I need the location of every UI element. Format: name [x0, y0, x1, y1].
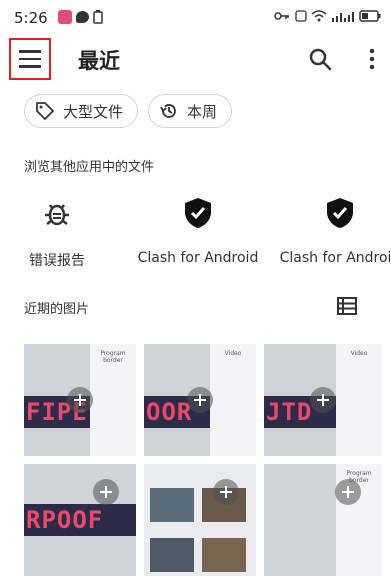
app-label: Clash for Android [279, 250, 391, 266]
filter-chips: 大型文件 本周 [24, 94, 233, 128]
settings-panel: Video [336, 344, 382, 456]
app-label: Clash for Android [137, 250, 259, 266]
image-thumbnail[interactable]: RPOOF [24, 464, 136, 576]
status-time: 5:26 [14, 9, 48, 27]
app-notification-icon [58, 10, 72, 24]
menu-icon-line [19, 65, 41, 68]
settings-panel: Video [210, 344, 256, 456]
app-label: 错误报告 [29, 253, 85, 269]
page-title: 最近 [78, 49, 120, 73]
expand-icon[interactable] [187, 387, 213, 413]
chip-label: 本周 [187, 102, 218, 121]
chat-notification-icon [76, 11, 89, 23]
menu-button[interactable] [9, 38, 51, 80]
status-bar: 5:26 [0, 0, 391, 34]
app-clash-2[interactable]: Clash for Android [275, 196, 391, 266]
menu-icon-line [19, 50, 41, 53]
menu-icon-line [19, 57, 41, 61]
search-icon[interactable] [306, 45, 334, 73]
led-text: OOR [146, 398, 193, 426]
photo-tile [150, 538, 194, 572]
history-icon [160, 104, 176, 118]
list-view-icon[interactable] [336, 295, 358, 317]
photo-tile [150, 488, 194, 522]
led-text: JTD [266, 398, 313, 426]
recent-images-heading: 近期的图片 [24, 302, 90, 317]
chip-this-week[interactable]: 本周 [148, 94, 233, 128]
app-clash-1[interactable]: Clash for Android [133, 196, 263, 266]
shield-check-icon [185, 198, 211, 228]
photo-tile [202, 538, 246, 572]
settings-panel: Program border [90, 344, 136, 456]
panel-title: Program border [100, 350, 126, 364]
signal-icon [332, 12, 355, 22]
image-thumbnail[interactable]: FIPE Program border [24, 344, 136, 456]
panel-title: Video [350, 350, 368, 357]
wifi-icon [311, 10, 327, 22]
key-icon [273, 12, 289, 20]
led-text: RPOOF [26, 506, 104, 534]
expand-icon[interactable] [213, 479, 239, 505]
tag-icon [36, 102, 54, 120]
nfc-icon [294, 10, 307, 22]
browse-apps-heading: 浏览其他应用中的文件 [24, 160, 155, 175]
app-bug-report[interactable]: 错误报告 [0, 196, 122, 270]
system-status-icons [273, 10, 381, 25]
shield-check-icon [327, 198, 353, 228]
bug-icon [45, 204, 69, 226]
image-thumbnail[interactable]: Program border [264, 464, 382, 576]
battery-icon [359, 10, 381, 22]
battery-saver-icon [93, 10, 103, 24]
image-thumbnail[interactable] [144, 464, 256, 576]
image-thumbnail[interactable]: JTD Video [264, 344, 382, 456]
expand-icon[interactable] [67, 387, 93, 413]
panel-title: Video [224, 350, 242, 357]
notification-icons [58, 10, 103, 24]
chip-label: 大型文件 [63, 102, 124, 121]
apps-row: 错误报告 Clash for Android Clash for Android [0, 196, 391, 276]
chip-large-files[interactable]: 大型文件 [24, 94, 139, 128]
image-thumbnail[interactable]: OOR Video [144, 344, 256, 456]
expand-icon[interactable] [310, 387, 336, 413]
more-options-icon[interactable] [362, 46, 382, 72]
expand-icon[interactable] [335, 479, 361, 505]
expand-icon[interactable] [93, 479, 119, 505]
